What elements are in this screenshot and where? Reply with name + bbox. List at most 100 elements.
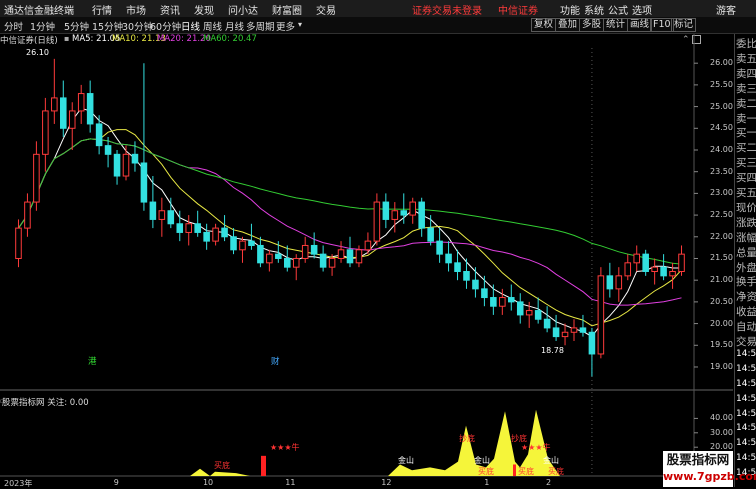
price-tick-label: 26.00 <box>710 58 733 68</box>
candle-body <box>364 240 372 251</box>
quote-field-label: 涨幅 <box>736 231 756 244</box>
price-tick-label: 25.00 <box>710 101 733 111</box>
candle-body <box>418 201 425 229</box>
price-tick-label: 24.50 <box>710 123 733 133</box>
quote-field-label: 涨跌 <box>736 216 756 229</box>
candle-body <box>454 262 461 273</box>
candle-body <box>230 236 237 251</box>
candle-body <box>472 279 479 290</box>
indicator-label: 买底 <box>518 467 534 476</box>
candle-body <box>257 244 264 264</box>
tick-time: 14:56 <box>736 348 756 359</box>
candle-body <box>579 327 587 333</box>
price-tick-label: 20.00 <box>710 318 733 328</box>
candle-body <box>382 201 390 220</box>
site-watermark: 股票指标网 www.7gpzb.com <box>663 451 756 487</box>
candle-body <box>42 110 49 155</box>
quote-field-label: 自动 <box>736 321 756 334</box>
candle-body <box>669 271 676 277</box>
quote-field-label: 买二 <box>736 142 756 155</box>
indicator-label: ★★★牛 <box>521 443 551 452</box>
candle-body <box>400 210 408 216</box>
candle-body <box>266 253 273 264</box>
date-tick-label: 11 <box>285 478 296 487</box>
candle-body <box>275 253 282 259</box>
candle-body <box>490 297 497 307</box>
date-tick-label: 10 <box>202 478 214 487</box>
price-tick-label: 22.50 <box>710 210 733 220</box>
price-tick-label: 23.50 <box>710 166 733 176</box>
candle-body <box>212 227 219 242</box>
candle-body <box>284 257 291 268</box>
tick-time: 14:56 <box>736 378 756 389</box>
quote-side-panel[interactable]: 委比 卖五 卖四 卖三 卖二 卖一 买一 买二 买三 买四 买五 现价 涨跌 涨幅 总量 外盘 换手 净资 收益 自动… <box>734 34 756 487</box>
quote-field-label: 委比 <box>736 38 756 50</box>
quote-field-label: 卖三 <box>736 82 756 95</box>
finance-marker[interactable]: 财 <box>271 355 280 367</box>
hk-marker[interactable]: 港 <box>88 355 97 367</box>
candle-body <box>301 244 309 259</box>
quote-field-label: 换手 <box>736 276 756 289</box>
candle-body <box>463 271 470 281</box>
quote-field-label: 外盘 <box>736 261 756 274</box>
candle-body <box>310 244 318 255</box>
quote-field-label: 买三 <box>736 157 756 170</box>
quote-field-label: 净资 <box>736 291 756 304</box>
tick-time: 14:56 <box>736 438 756 449</box>
candle-body <box>445 253 452 264</box>
candle-body <box>499 297 506 307</box>
candle-series <box>15 58 685 377</box>
candle-body <box>436 240 443 255</box>
watermark-url: www.7gpzb.com <box>663 470 756 483</box>
candle-body <box>203 231 210 242</box>
indicator-label: 买底 <box>214 461 230 470</box>
indicator-area <box>190 409 560 476</box>
candle-body <box>221 227 228 238</box>
candle-body <box>176 223 184 233</box>
indicator-name: 股票指标网 关注: 0.00 <box>2 398 89 408</box>
chart-grid <box>0 34 733 477</box>
candle-body <box>24 201 31 229</box>
candle-body <box>319 253 327 268</box>
indicator-tick-label: 20.00 <box>710 442 733 452</box>
candle-body <box>158 210 166 220</box>
price-tick-label: 22.00 <box>710 231 733 241</box>
quote-field-label: 卖四 <box>736 67 756 80</box>
date-tick-label: 12 <box>381 478 392 487</box>
tick-time: 14:56 <box>736 393 756 404</box>
candle-body <box>409 201 416 216</box>
candle-body <box>60 97 67 129</box>
indicator-icon[interactable]: ▫ <box>0 397 5 405</box>
indicator-tick-label: 40.00 <box>710 413 733 423</box>
candle-body <box>543 318 551 329</box>
quote-field-label: 卖二 <box>736 97 756 110</box>
indicator-label: 抄底 <box>459 434 475 443</box>
price-tick-label: 19.50 <box>710 340 733 350</box>
quote-field-label: 买一 <box>736 127 756 140</box>
watermark-title: 股票指标网 <box>666 452 730 467</box>
indicator-label: 金山 <box>398 456 414 465</box>
candle-body <box>391 210 399 220</box>
indicator-tick-label: 30.00 <box>710 427 733 437</box>
price-tick-label: 24.00 <box>710 144 733 154</box>
kline-chart[interactable] <box>0 0 756 487</box>
candle-body <box>373 201 381 242</box>
signal-bar <box>513 464 516 476</box>
indicator-series <box>190 409 560 476</box>
candle-body <box>427 227 434 242</box>
candle-body <box>86 93 94 125</box>
candle-body <box>651 266 658 273</box>
candle-body <box>615 275 623 290</box>
indicator-label: ★★★牛 <box>270 443 300 452</box>
candle-body <box>588 331 596 355</box>
candle-body <box>346 249 354 264</box>
candle-body <box>561 331 569 338</box>
candle-body <box>104 145 112 155</box>
quote-field-label: 总量 <box>736 246 756 259</box>
date-tick-label: 9 <box>113 478 119 487</box>
candle-body <box>185 223 192 233</box>
candle-body <box>140 162 148 203</box>
tick-time: 14:56 <box>736 363 756 374</box>
indicator-label: 买底 <box>478 467 494 476</box>
candle-body <box>77 93 85 112</box>
